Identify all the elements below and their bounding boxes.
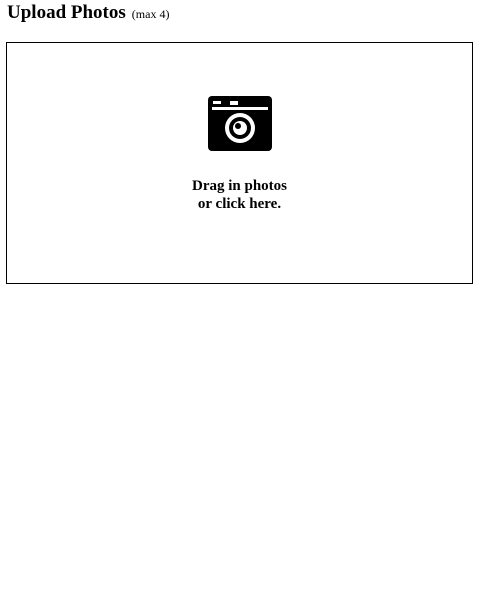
dropzone-prompt-line1: Drag in photos — [191, 178, 288, 194]
page-title: Upload Photos — [7, 2, 126, 23]
max-count-note: (max 4) — [131, 7, 170, 21]
dropzone-prompt: Drag in photos or click here. — [7, 177, 472, 213]
dropzone-prompt-line2: or click here. — [197, 196, 282, 212]
photo-dropzone[interactable]: Drag in photos or click here. — [6, 42, 473, 284]
upload-header: Upload Photos (max 4) — [7, 2, 169, 24]
camera-icon — [208, 96, 272, 151]
